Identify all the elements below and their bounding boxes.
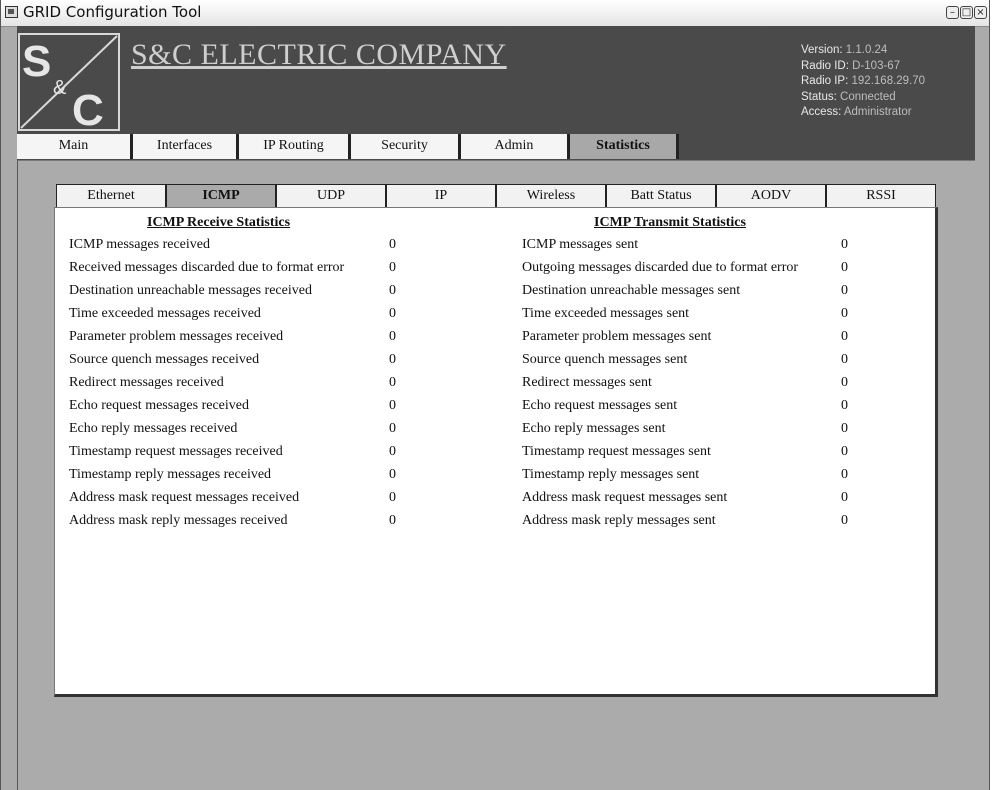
transmit-row-value: 0 bbox=[841, 329, 848, 344]
status-value: Connected bbox=[840, 90, 896, 103]
transmit-row-value: 0 bbox=[841, 513, 848, 528]
close-icon[interactable]: × bbox=[974, 6, 987, 19]
receive-row-value: 0 bbox=[389, 490, 396, 505]
receive-row-value: 0 bbox=[389, 283, 396, 298]
receive-row-label: Echo reply messages received bbox=[69, 421, 238, 436]
receive-row-value: 0 bbox=[389, 467, 396, 482]
transmit-row-value: 0 bbox=[841, 375, 848, 390]
receive-row-value: 0 bbox=[389, 352, 396, 367]
receive-row-label: Parameter problem messages received bbox=[69, 329, 284, 344]
receive-row-label: Redirect messages received bbox=[69, 375, 224, 390]
transmit-row-value: 0 bbox=[841, 398, 848, 413]
status-label: Status: bbox=[801, 90, 837, 103]
transmit-row-value: 0 bbox=[841, 237, 848, 252]
transmit-row-label: Echo request messages sent bbox=[522, 398, 678, 413]
transmit-row-label: Redirect messages sent bbox=[522, 375, 652, 390]
receive-row-label: Echo request messages received bbox=[69, 398, 249, 413]
receive-row-label: Address mask request messages received bbox=[69, 490, 300, 505]
subtab-rssi[interactable]: RSSI bbox=[826, 184, 936, 207]
header-banner: S & C S&C ELECTRIC COMPANY Version: 1.1.… bbox=[17, 26, 975, 136]
receive-row-value: 0 bbox=[389, 260, 396, 275]
receive-row-value: 0 bbox=[389, 398, 396, 413]
transmit-row-value: 0 bbox=[841, 444, 848, 459]
tab-admin[interactable]: Admin bbox=[461, 134, 570, 159]
access-label: Access: bbox=[801, 106, 842, 118]
subtab-udp[interactable]: UDP bbox=[276, 184, 386, 207]
receive-row-value: 0 bbox=[389, 444, 396, 459]
subtab-batt-status[interactable]: Batt Status bbox=[606, 184, 716, 207]
transmit-row-value: 0 bbox=[841, 421, 848, 436]
receive-row-value: 0 bbox=[389, 421, 396, 436]
main-tab-bar: Main Interfaces IP Routing Security Admi… bbox=[17, 134, 975, 160]
receive-row-label: ICMP messages received bbox=[69, 237, 210, 252]
title-bar[interactable]: GRID Configuration Tool – □ × bbox=[1, 0, 989, 27]
receive-row-label: Received messages discarded due to forma… bbox=[69, 260, 345, 275]
subtab-wireless[interactable]: Wireless bbox=[496, 184, 606, 207]
tab-main[interactable]: Main bbox=[17, 134, 133, 159]
receive-row-value: 0 bbox=[389, 329, 396, 344]
window-title: GRID Configuration Tool bbox=[23, 3, 202, 21]
tab-ip-routing[interactable]: IP Routing bbox=[239, 134, 351, 159]
radio-id-label: Radio ID: bbox=[801, 59, 849, 72]
transmit-row-label: Source quench messages sent bbox=[522, 352, 688, 367]
version-label: Version: bbox=[801, 44, 843, 56]
radio-ip-label: Radio IP: bbox=[801, 75, 849, 87]
transmit-row-label: Timestamp reply messages sent bbox=[522, 467, 700, 482]
svg-text:&: & bbox=[53, 77, 67, 99]
transmit-row-label: Echo reply messages sent bbox=[522, 421, 666, 436]
transmit-row-value: 0 bbox=[841, 352, 848, 367]
transmit-row-value: 0 bbox=[841, 306, 848, 321]
radio-ip-value: 192.168.29.70 bbox=[851, 75, 926, 87]
icmp-statistics-panel: ICMP Receive Statistics ICMP Transmit St… bbox=[54, 207, 938, 697]
company-name: S&C ELECTRIC COMPANY bbox=[131, 38, 507, 71]
receive-row-label: Timestamp reply messages received bbox=[69, 467, 272, 482]
transmit-row-value: 0 bbox=[841, 490, 848, 505]
access-value: Administrator bbox=[843, 106, 912, 118]
transmit-row-label: Timestamp request messages sent bbox=[522, 444, 711, 459]
transmit-row-label: Address mask request messages sent bbox=[522, 490, 728, 505]
transmit-row-value: 0 bbox=[841, 283, 848, 298]
minimize-icon[interactable]: – bbox=[946, 6, 959, 19]
receive-row-label: Address mask reply messages received bbox=[69, 513, 288, 528]
transmit-row-value: 0 bbox=[841, 260, 848, 275]
transmit-row-value: 0 bbox=[841, 467, 848, 482]
radio-id-value: D-103-67 bbox=[852, 59, 901, 72]
connection-info: Version: 1.1.0.24 Radio ID: D-103-67 Rad… bbox=[801, 43, 925, 121]
receive-row-label: Timestamp request messages received bbox=[69, 444, 283, 459]
tab-interfaces[interactable]: Interfaces bbox=[133, 134, 239, 159]
app-icon bbox=[5, 6, 18, 18]
transmit-row-label: Address mask reply messages sent bbox=[522, 513, 716, 528]
transmit-stats-title: ICMP Transmit Statistics bbox=[594, 215, 746, 230]
receive-row-value: 0 bbox=[389, 306, 396, 321]
maximize-icon[interactable]: □ bbox=[960, 6, 973, 19]
receive-row-label: Destination unreachable messages receive… bbox=[69, 283, 312, 298]
receive-row-value: 0 bbox=[389, 237, 396, 252]
sc-logo: S & C bbox=[18, 33, 120, 132]
receive-row-label: Time exceeded messages received bbox=[69, 306, 261, 321]
subtab-aodv[interactable]: AODV bbox=[716, 184, 826, 207]
svg-text:C: C bbox=[72, 86, 104, 132]
subtab-ip[interactable]: IP bbox=[386, 184, 496, 207]
statistics-subtab-bar: Ethernet ICMP UDP IP Wireless Batt Statu… bbox=[56, 184, 936, 208]
tab-security[interactable]: Security bbox=[351, 134, 461, 159]
app-window: GRID Configuration Tool – □ × S & C S&C … bbox=[0, 0, 990, 790]
version-value: 1.1.0.24 bbox=[845, 44, 888, 56]
subtab-ethernet[interactable]: Ethernet bbox=[56, 184, 166, 207]
tab-statistics[interactable]: Statistics bbox=[570, 134, 679, 159]
receive-row-value: 0 bbox=[389, 375, 396, 390]
transmit-row-label: ICMP messages sent bbox=[522, 237, 639, 252]
svg-text:S: S bbox=[22, 37, 51, 86]
receive-row-label: Source quench messages received bbox=[69, 352, 260, 367]
transmit-row-label: Outgoing messages discarded due to forma… bbox=[522, 260, 799, 275]
transmit-row-label: Parameter problem messages sent bbox=[522, 329, 712, 344]
subtab-icmp[interactable]: ICMP bbox=[166, 184, 276, 207]
receive-row-value: 0 bbox=[389, 513, 396, 528]
transmit-row-label: Time exceeded messages sent bbox=[522, 306, 690, 321]
transmit-row-label: Destination unreachable messages sent bbox=[522, 283, 741, 298]
receive-stats-title: ICMP Receive Statistics bbox=[147, 215, 291, 230]
